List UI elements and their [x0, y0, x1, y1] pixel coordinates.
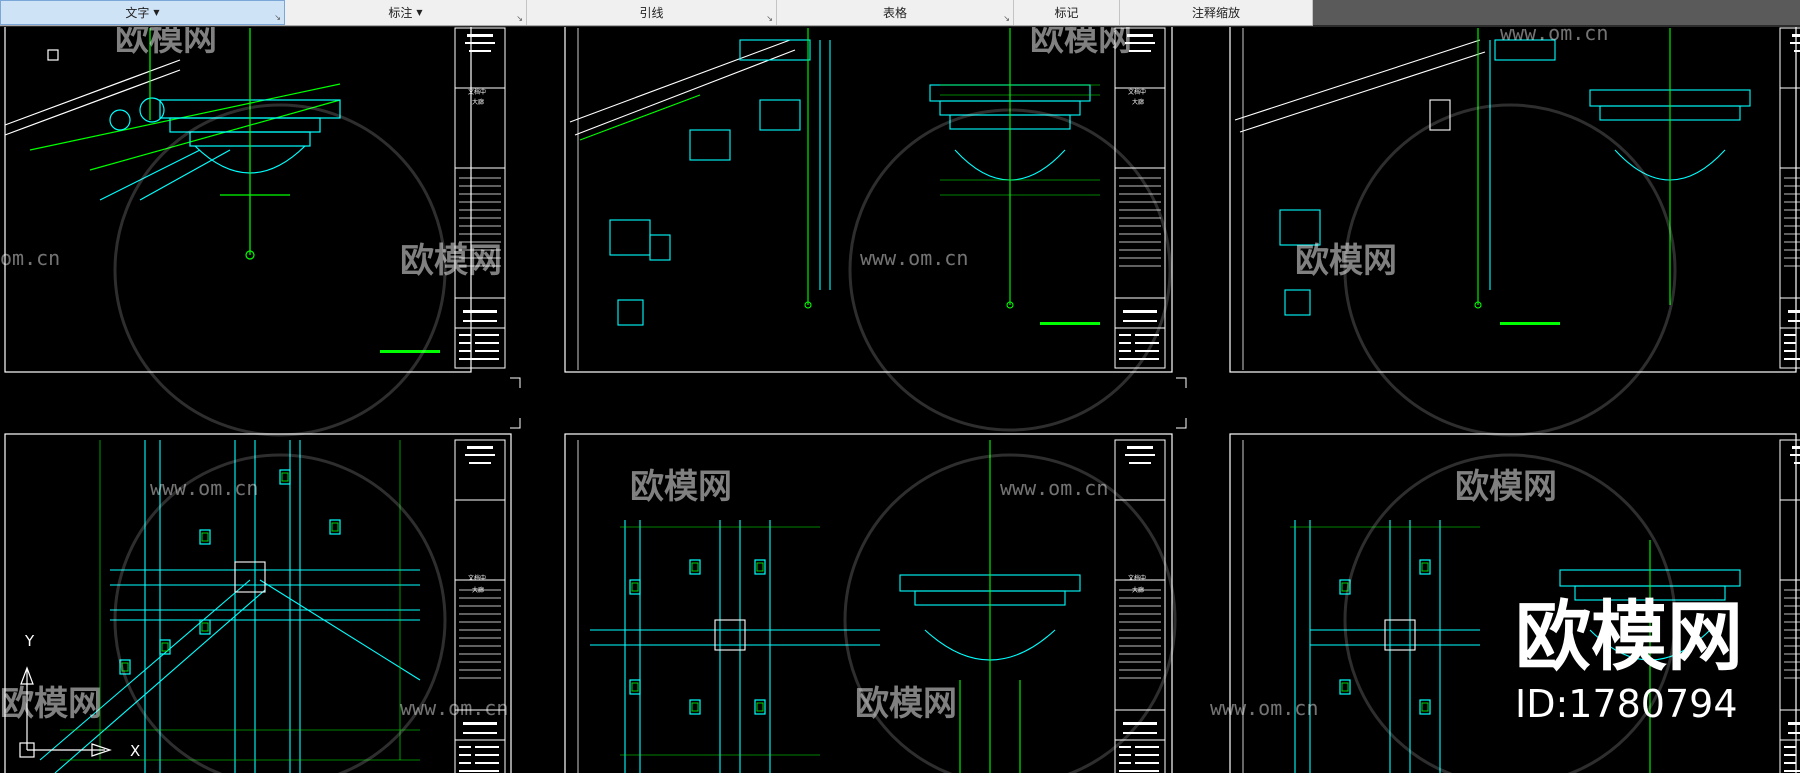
watermark-url: www.om.cn	[400, 696, 508, 720]
ribbon-empty-area	[1313, 0, 1800, 25]
table-panel-label: 表格	[882, 6, 907, 20]
panel-launcher-icon[interactable]: ↘	[1003, 14, 1010, 23]
brand-watermark: 欧模网	[1515, 592, 1743, 681]
annotation-panels: 文字 ▼ ↘ 标注 ▼ ↘ 引线 ↘ 表格 ↘ 标记 注释缩放	[0, 0, 1313, 26]
watermark-url: www.om.cn	[1000, 476, 1108, 500]
watermark-logo: 欧模网	[1455, 467, 1557, 507]
dimension-panel-label: 标注	[388, 6, 413, 20]
title-block-text: 大廊	[1132, 586, 1144, 594]
title-block-text: 大廊	[472, 586, 484, 594]
leader-panel-label: 引线	[639, 6, 664, 20]
watermark-url: www.om.cn	[1500, 27, 1608, 45]
text-panel-button[interactable]: 文字 ▼ ↘	[0, 0, 285, 25]
watermark-logo: 欧模网	[630, 467, 732, 507]
markup-panel-button[interactable]: 标记	[1014, 0, 1120, 25]
title-block-text: 文档中	[468, 574, 486, 582]
ribbon-toolbar: 文字 ▼ ↘ 标注 ▼ ↘ 引线 ↘ 表格 ↘ 标记 注释缩放	[0, 0, 1800, 27]
watermark-logo: 欧模网	[1295, 241, 1397, 281]
watermark-logo: 欧模网	[400, 241, 502, 281]
annotation-scale-panel-button[interactable]: 注释缩放	[1120, 0, 1313, 25]
ucs-x-label: X	[130, 742, 140, 760]
watermark-logo: 欧模网	[0, 684, 102, 724]
watermark-id: ID:1780794	[1515, 682, 1738, 726]
watermark-url: www.om.cn	[150, 476, 258, 500]
dimension-panel-button[interactable]: 标注 ▼ ↘	[285, 0, 527, 25]
annotation-scale-panel-label: 注释缩放	[1191, 6, 1240, 20]
panel-launcher-icon[interactable]: ↘	[766, 14, 773, 23]
ucs-y-label: Y	[24, 632, 35, 650]
chevron-down-icon: ▼	[416, 8, 423, 17]
watermark-url: www.om.cn	[1210, 696, 1318, 720]
text-panel-label: 文字	[125, 6, 150, 20]
watermark-url: om.cn	[0, 246, 60, 270]
table-panel-button[interactable]: 表格 ↘	[777, 0, 1014, 25]
panel-launcher-icon[interactable]: ↘	[516, 14, 523, 23]
watermark-url: www.om.cn	[860, 246, 968, 270]
title-block-text: 文档中	[1128, 88, 1146, 96]
drawing-canvas[interactable]: 文档中 大廊 文档中 大廊 文档中 大廊 文档中 大廊 Y X 欧模网 欧模网 …	[0, 27, 1800, 773]
watermark-logo: 欧模网	[115, 27, 217, 59]
title-block-text: 文档中	[1128, 574, 1146, 582]
panel-launcher-icon[interactable]: ↘	[274, 13, 281, 22]
title-block-text: 大廊	[1132, 98, 1144, 106]
watermark-logo: 欧模网	[1030, 27, 1132, 59]
title-block-text: 大廊	[472, 98, 484, 106]
leader-panel-button[interactable]: 引线 ↘	[527, 0, 777, 25]
watermark-logo: 欧模网	[855, 684, 957, 724]
chevron-down-icon: ▼	[153, 8, 160, 17]
title-block-text: 文档中	[468, 88, 486, 96]
markup-panel-label: 标记	[1054, 6, 1079, 20]
